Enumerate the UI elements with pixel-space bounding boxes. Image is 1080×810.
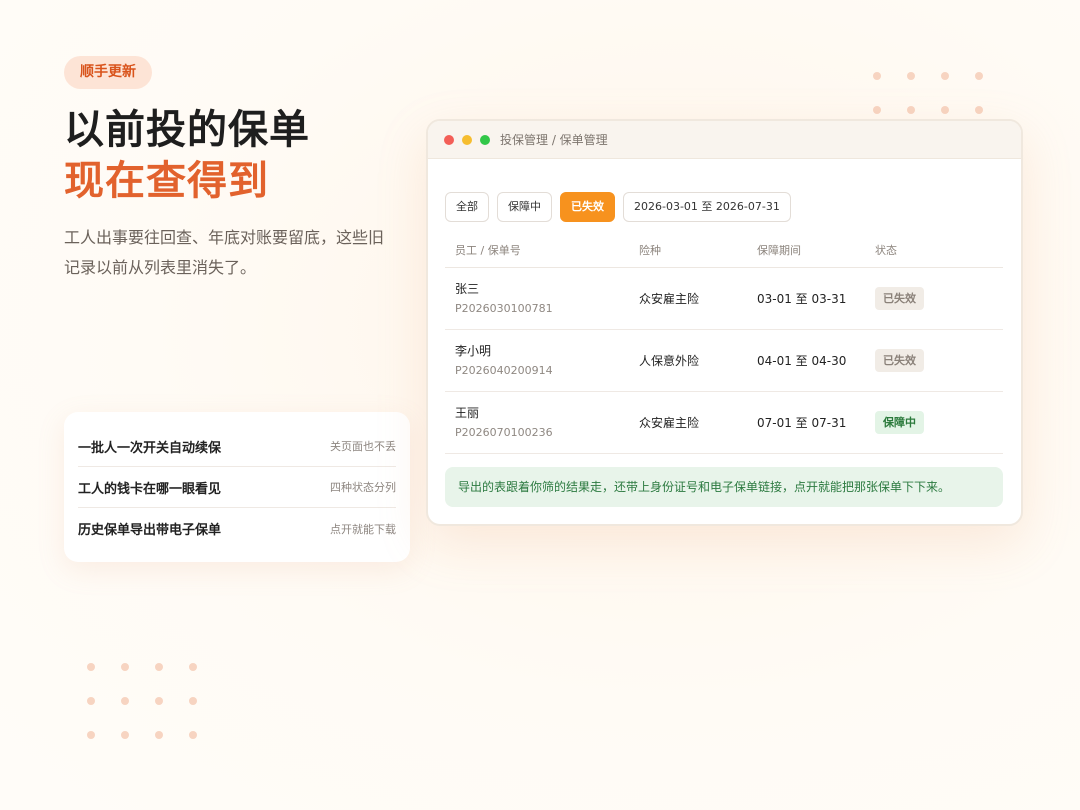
date-range-picker[interactable]: 2026-03-01 至 2026-07-31 [623, 192, 791, 222]
filter-bar: 全部 保障中 已失效 2026-03-01 至 2026-07-31 [445, 192, 799, 222]
breadcrumb: 投保管理 / 保单管理 [500, 133, 608, 147]
policy-table: 员工 / 保单号 险种 保障期间 状态 张三 P2026030100781 众安… [445, 232, 1003, 454]
status-badge: 已失效 [875, 349, 924, 372]
hero-title-line1: 以前投的保单 [64, 106, 310, 153]
employee-name: 张三 [455, 281, 480, 296]
policy-management-window: 投保管理 / 保单管理 全部 保障中 已失效 2026-03-01 至 2026… [426, 119, 1023, 526]
column-header-type: 险种 [639, 243, 661, 257]
policy-number: P2026070100236 [455, 425, 553, 439]
policy-number: P2026030100781 [455, 301, 553, 315]
table-header: 员工 / 保单号 险种 保障期间 状态 [445, 232, 1003, 268]
column-header-employee: 员工 / 保单号 [455, 243, 521, 257]
feature-item: 工人的钱卡在哪一眼看见 四种状态分列 [78, 467, 396, 508]
insurance-type: 众安雇主险 [639, 292, 700, 306]
decorative-dots-bottom [87, 663, 197, 739]
table-row[interactable]: 张三 P2026030100781 众安雇主险 03-01 至 03-31 已失… [445, 268, 1003, 330]
close-window-dot[interactable] [444, 134, 454, 145]
status-badge: 已失效 [875, 287, 924, 310]
feature-title: 工人的钱卡在哪一眼看见 [78, 481, 222, 497]
column-header-status: 状态 [875, 243, 897, 257]
coverage-period: 07-01 至 07-31 [757, 416, 847, 430]
update-badge: 顺手更新 [64, 56, 152, 89]
column-header-period: 保障期间 [757, 243, 801, 257]
table-row[interactable]: 李小明 P2026040200914 人保意外险 04-01 至 04-30 已… [445, 330, 1003, 392]
feature-note: 关页面也不丢 [330, 440, 396, 453]
insurance-type: 人保意外险 [639, 354, 700, 368]
window-titlebar: 投保管理 / 保单管理 [428, 121, 1021, 159]
coverage-period: 04-01 至 04-30 [757, 354, 847, 368]
maximize-window-dot[interactable] [480, 134, 490, 145]
policy-number: P2026040200914 [455, 363, 553, 377]
hero-description: 工人出事要往回查、年底对账要留底，这些旧记录以前从列表里消失了。 [64, 228, 385, 277]
insurance-type: 众安雇主险 [639, 416, 700, 430]
table-row[interactable]: 王丽 P2026070100236 众安雇主险 07-01 至 07-31 保障… [445, 392, 1003, 454]
feature-card: 一批人一次开关自动续保 关页面也不丢 工人的钱卡在哪一眼看见 四种状态分列 历史… [64, 412, 410, 562]
hero-title-line2: 现在查得到 [64, 157, 269, 204]
feature-note: 点开就能下载 [330, 522, 396, 536]
decorative-dots-top [873, 72, 983, 114]
filter-chip-all[interactable]: 全部 [445, 192, 489, 222]
filter-chip-expired[interactable]: 已失效 [560, 192, 615, 222]
employee-name: 王丽 [455, 405, 480, 420]
feature-title: 一批人一次开关自动续保 [78, 440, 222, 456]
feature-item: 历史保单导出带电子保单 点开就能下载 [78, 508, 396, 549]
export-note: 导出的表跟着你筛的结果走，还带上身份证号和电子保单链接，点开就能把那张保单下下来… [445, 467, 1003, 507]
status-badge: 保障中 [875, 411, 924, 434]
coverage-period: 03-01 至 03-31 [757, 292, 847, 306]
feature-note: 四种状态分列 [330, 481, 396, 494]
filter-chip-active[interactable]: 保障中 [497, 192, 552, 222]
feature-item: 一批人一次开关自动续保 关页面也不丢 [78, 426, 396, 467]
employee-name: 李小明 [455, 343, 492, 358]
minimize-window-dot[interactable] [462, 134, 472, 145]
feature-title: 历史保单导出带电子保单 [78, 523, 222, 538]
